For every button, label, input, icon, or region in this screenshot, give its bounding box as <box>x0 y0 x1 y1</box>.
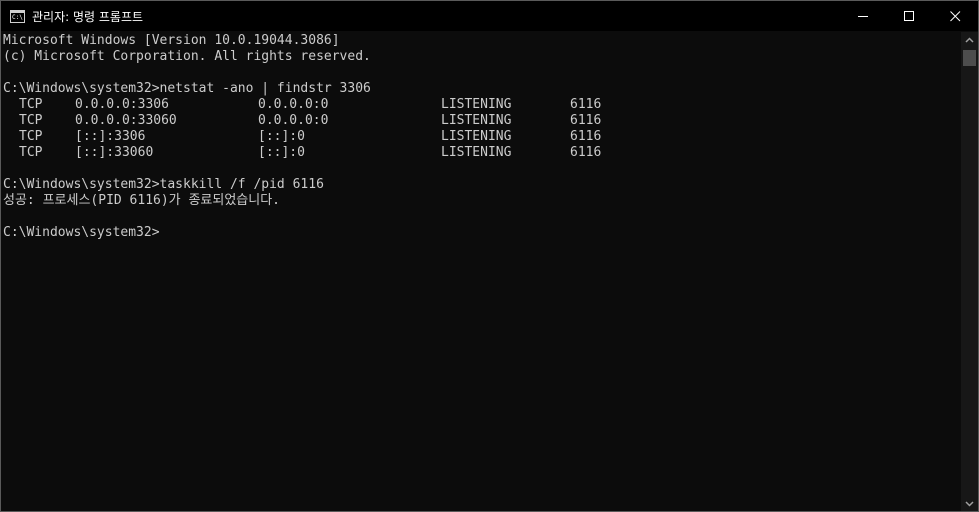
netstat-row: TCP 0.0.0.0:33060 0.0.0.0:0 LISTENING 61… <box>3 113 601 129</box>
netstat-proto: TCP <box>19 129 43 144</box>
netstat-foreign-address: 0.0.0.0:0 <box>258 113 329 128</box>
netstat-pid: 6116 <box>570 113 602 128</box>
minimize-icon <box>858 16 868 17</box>
netstat-proto: TCP <box>19 97 43 112</box>
netstat-state: LISTENING <box>441 113 512 128</box>
cmd-icon[interactable]: C:\ <box>10 10 25 23</box>
netstat-foreign-address: [::]:0 <box>258 145 305 160</box>
netstat-state: LISTENING <box>441 129 512 144</box>
window-title: 관리자: 명령 프롬프트 <box>32 10 144 24</box>
netstat-row: TCP 0.0.0.0:3306 0.0.0.0:0 LISTENING 611… <box>3 97 601 113</box>
netstat-local-address: [::]:33060 <box>75 145 154 160</box>
netstat-proto: TCP <box>19 145 43 160</box>
vertical-scrollbar[interactable] <box>961 32 978 511</box>
netstat-pid: 6116 <box>570 145 602 160</box>
prompt-taskkill: C:\Windows\system32>taskkill /f /pid 611… <box>3 177 324 192</box>
maximize-button[interactable] <box>886 1 932 31</box>
prompt-netstat: C:\Windows\system32>netstat -ano | finds… <box>3 81 371 96</box>
title-bar[interactable]: C:\ 관리자: 명령 프롬프트 <box>1 1 978 31</box>
netstat-local-address: 0.0.0.0:3306 <box>75 97 169 112</box>
netstat-proto: TCP <box>19 113 43 128</box>
netstat-state: LISTENING <box>441 97 512 112</box>
scroll-down-arrow-icon <box>965 501 974 507</box>
netstat-pid: 6116 <box>570 97 602 112</box>
netstat-foreign-address: 0.0.0.0:0 <box>258 97 329 112</box>
netstat-local-address: 0.0.0.0:33060 <box>75 113 177 128</box>
command-prompt-window: C:\ 관리자: 명령 프롬프트 Microsoft Windows [Vers… <box>0 0 979 512</box>
current-prompt[interactable]: C:\Windows\system32> <box>3 225 160 241</box>
taskkill-result: 성공: 프로세스(PID 6116)가 종료되었습니다. <box>3 193 281 208</box>
close-icon <box>950 11 961 22</box>
scroll-up-arrow-icon <box>965 37 974 43</box>
close-button[interactable] <box>932 1 978 31</box>
netstat-foreign-address: [::]:0 <box>258 129 305 144</box>
scroll-down-button[interactable] <box>961 495 978 511</box>
console-output[interactable]: Microsoft Windows [Version 10.0.19044.30… <box>1 32 961 511</box>
cmd-icon-glyph: C:\ <box>12 14 23 21</box>
header-line-version: Microsoft Windows [Version 10.0.19044.30… <box>3 33 340 48</box>
minimize-button[interactable] <box>840 1 886 31</box>
netstat-row: TCP [::]:33060 [::]:0 LISTENING 6116 <box>3 145 601 161</box>
header-line-copyright: (c) Microsoft Corporation. All rights re… <box>3 49 371 64</box>
netstat-local-address: [::]:3306 <box>75 129 146 144</box>
scrollbar-thumb[interactable] <box>963 50 976 66</box>
netstat-state: LISTENING <box>441 145 512 160</box>
maximize-icon <box>904 11 914 21</box>
netstat-pid: 6116 <box>570 129 602 144</box>
scroll-up-button[interactable] <box>961 32 978 49</box>
netstat-row: TCP [::]:3306 [::]:0 LISTENING 6116 <box>3 129 601 145</box>
